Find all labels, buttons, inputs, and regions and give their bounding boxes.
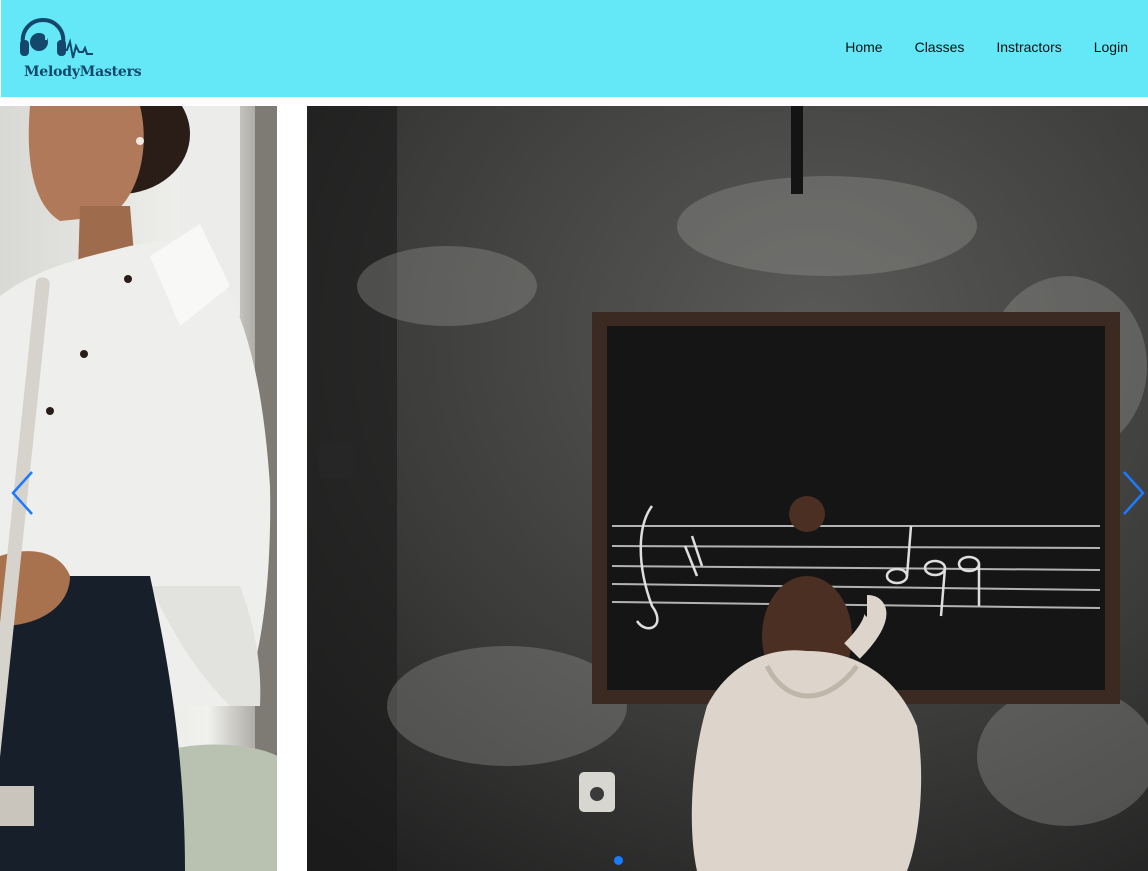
nav-link-classes[interactable]: Classes xyxy=(915,39,965,55)
photo-woman-with-flute xyxy=(0,106,277,871)
chevron-left-icon xyxy=(11,471,33,515)
slider-prev-button[interactable] xyxy=(8,470,38,516)
photo-girl-writing-music-on-chalkboard xyxy=(307,106,1148,871)
slider-pagination xyxy=(614,856,623,865)
headphones-note-logo-icon xyxy=(20,17,93,59)
nav-menu: Home Classes Instractors Login xyxy=(813,39,1128,55)
nav-link-login[interactable]: Login xyxy=(1094,39,1128,55)
nav-link-home[interactable]: Home xyxy=(845,39,882,55)
slide-chalkboard xyxy=(307,106,1148,871)
hero-slider[interactable] xyxy=(0,106,1148,871)
slider-next-button[interactable] xyxy=(1118,470,1148,516)
navbar: MelodyMasters Home Classes Instractors L… xyxy=(1,0,1148,97)
pagination-dot-active[interactable] xyxy=(614,856,623,865)
brand-logo[interactable]: MelodyMasters xyxy=(19,16,149,82)
slide-flute-player xyxy=(0,106,277,871)
nav-link-instructors[interactable]: Instractors xyxy=(996,39,1061,55)
brand-name: MelodyMasters xyxy=(24,64,142,80)
chevron-right-icon xyxy=(1123,471,1145,515)
